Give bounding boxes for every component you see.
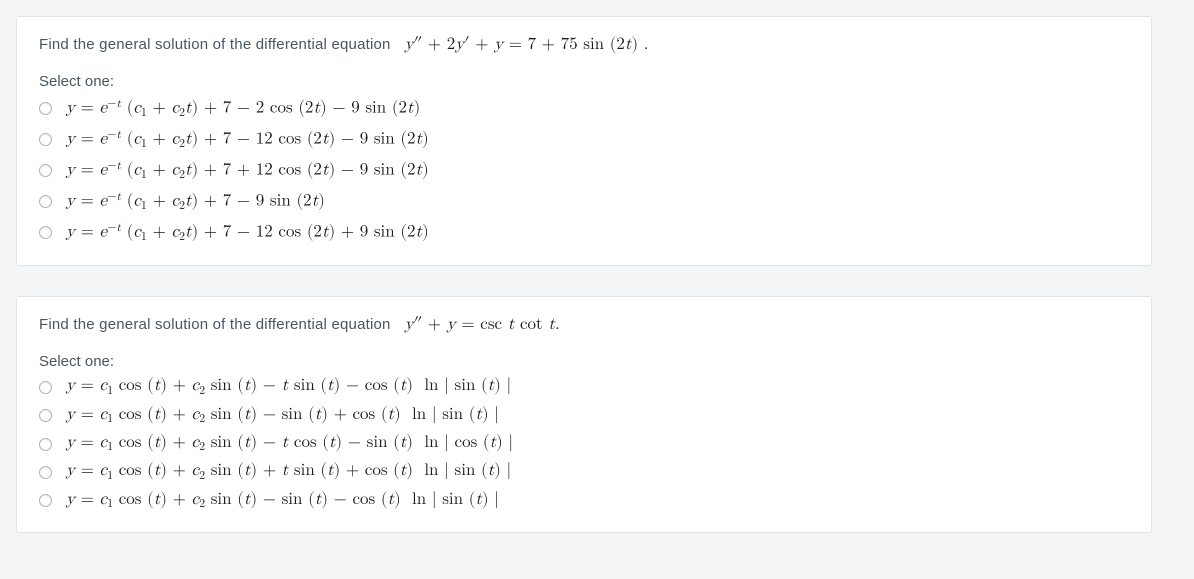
prompt-equation: y″ + y = csc t cot t. xyxy=(405,315,560,335)
option-radio[interactable] xyxy=(39,438,52,451)
option-row[interactable]: y = e−t (c1 + c2t) + 7 − 9 sin (2t) xyxy=(39,189,1129,214)
option-equation: y = c1 cos (t) + c2 sin (t) − t cos (t) … xyxy=(66,433,513,455)
option-radio[interactable] xyxy=(39,133,52,146)
options-list: y = c1 cos (t) + c2 sin (t) − t sin (t) … xyxy=(39,376,1129,512)
option-equation: y = e−t (c1 + c2t) + 7 + 12 cos (2t) − 9… xyxy=(66,158,429,183)
prompt-text: Find the general solution of the differe… xyxy=(39,36,391,53)
option-radio[interactable] xyxy=(39,494,52,507)
question-prompt: Find the general solution of the differe… xyxy=(39,315,1129,335)
option-row[interactable]: y = c1 cos (t) + c2 sin (t) − t cos (t) … xyxy=(39,433,1129,455)
option-row[interactable]: y = c1 cos (t) + c2 sin (t) + t sin (t) … xyxy=(39,461,1129,483)
option-row[interactable]: y = e−t (c1 + c2t) + 7 − 12 cos (2t) + 9… xyxy=(39,220,1129,245)
option-equation: y = e−t (c1 + c2t) + 7 − 2 cos (2t) − 9 … xyxy=(66,96,420,121)
option-row[interactable]: y = c1 cos (t) + c2 sin (t) − sin (t) + … xyxy=(39,405,1129,427)
option-row[interactable]: y = e−t (c1 + c2t) + 7 − 12 cos (2t) − 9… xyxy=(39,127,1129,152)
option-radio[interactable] xyxy=(39,381,52,394)
option-equation: y = c1 cos (t) + c2 sin (t) + t sin (t) … xyxy=(66,461,511,483)
option-equation: y = c1 cos (t) + c2 sin (t) − t sin (t) … xyxy=(66,376,511,398)
option-equation: y = c1 cos (t) + c2 sin (t) − sin (t) − … xyxy=(66,490,499,512)
option-row[interactable]: y = e−t (c1 + c2t) + 7 + 12 cos (2t) − 9… xyxy=(39,158,1129,183)
option-radio[interactable] xyxy=(39,226,52,239)
option-equation: y = e−t (c1 + c2t) + 7 − 12 cos (2t) + 9… xyxy=(66,220,429,245)
option-row[interactable]: y = c1 cos (t) + c2 sin (t) − t sin (t) … xyxy=(39,376,1129,398)
option-row[interactable]: y = e−t (c1 + c2t) + 7 − 2 cos (2t) − 9 … xyxy=(39,96,1129,121)
option-radio[interactable] xyxy=(39,466,52,479)
options-list: y = e−t (c1 + c2t) + 7 − 2 cos (2t) − 9 … xyxy=(39,96,1129,245)
question-prompt: Find the general solution of the differe… xyxy=(39,35,1129,55)
option-row[interactable]: y = c1 cos (t) + c2 sin (t) − sin (t) − … xyxy=(39,490,1129,512)
option-radio[interactable] xyxy=(39,409,52,422)
option-radio[interactable] xyxy=(39,164,52,177)
select-one-label: Select one: xyxy=(39,353,1129,370)
option-radio[interactable] xyxy=(39,195,52,208)
question-card: Find the general solution of the differe… xyxy=(16,296,1152,533)
option-equation: y = c1 cos (t) + c2 sin (t) − sin (t) + … xyxy=(66,405,499,427)
option-equation: y = e−t (c1 + c2t) + 7 − 12 cos (2t) − 9… xyxy=(66,127,429,152)
prompt-equation: y″ + 2y′ + y = 7 + 75 sin (2t) . xyxy=(405,35,649,55)
prompt-text: Find the general solution of the differe… xyxy=(39,316,391,333)
question-card: Find the general solution of the differe… xyxy=(16,16,1152,266)
option-equation: y = e−t (c1 + c2t) + 7 − 9 sin (2t) xyxy=(66,189,325,214)
option-radio[interactable] xyxy=(39,102,52,115)
select-one-label: Select one: xyxy=(39,73,1129,90)
